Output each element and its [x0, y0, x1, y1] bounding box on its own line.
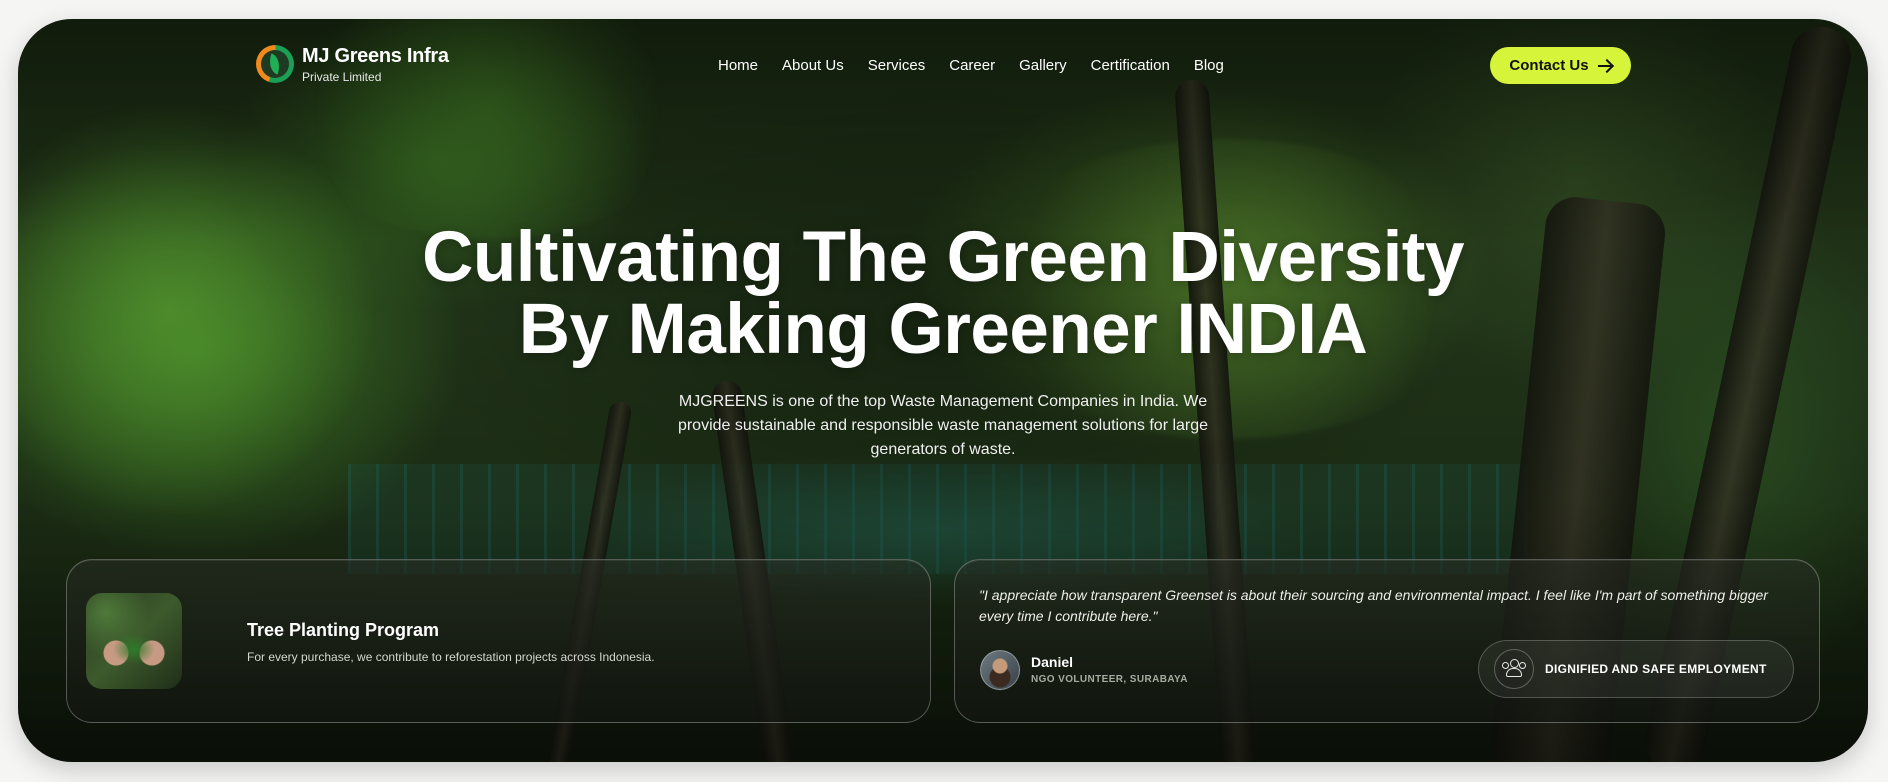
testimonial-name: Daniel — [1031, 654, 1074, 670]
avatar — [980, 650, 1020, 690]
hero-section: MJ Greens Infra Private Limited Home Abo… — [18, 19, 1868, 762]
employment-badge[interactable]: DIGNIFIED AND SAFE EMPLOYMENT — [1478, 640, 1794, 698]
nav-item-certification[interactable]: Certification — [1091, 57, 1170, 74]
hero-headline: Cultivating The Green Diversity By Makin… — [18, 222, 1868, 366]
contact-us-label: Contact Us — [1509, 57, 1589, 74]
brand-name: MJ Greens Infra — [302, 44, 449, 67]
hero-description: MJGREENS is one of the top Waste Managem… — [677, 393, 1209, 458]
program-title: Tree Planting Program — [247, 620, 440, 640]
leaf-logo-icon — [256, 45, 294, 83]
nav-item-gallery[interactable]: Gallery — [1019, 57, 1067, 74]
contact-us-button[interactable]: Contact Us — [1490, 47, 1631, 84]
brand-logo[interactable]: MJ Greens Infra Private Limited — [256, 45, 449, 83]
nav-item-services[interactable]: Services — [868, 57, 926, 74]
main-nav: Home About Us Services Career Gallery Ce… — [718, 57, 1224, 74]
program-description: For every purchase, we contribute to ref… — [247, 650, 655, 664]
testimonial-role: NGO VOLUNTEER, SURABAYA — [1031, 674, 1188, 685]
tree-planting-card[interactable]: Tree Planting Program For every purchase… — [66, 559, 931, 723]
badge-label: DIGNIFIED AND SAFE EMPLOYMENT — [1545, 662, 1767, 676]
people-group-icon — [1494, 649, 1534, 689]
seedling-hands-image — [86, 593, 182, 689]
brand-subtitle: Private Limited — [302, 69, 382, 84]
testimonial-card: "I appreciate how transparent Greenset i… — [954, 559, 1820, 723]
nav-item-career[interactable]: Career — [949, 57, 995, 74]
testimonial-quote: "I appreciate how transparent Greenset i… — [979, 587, 1768, 624]
brand-text: MJ Greens Infra Private Limited — [302, 46, 449, 83]
nav-item-blog[interactable]: Blog — [1194, 57, 1224, 74]
arrow-right-icon — [1597, 59, 1612, 73]
nav-item-about-us[interactable]: About Us — [782, 57, 844, 74]
hero-headline-line-1: Cultivating The Green Diversity — [422, 218, 1464, 297]
nav-item-home[interactable]: Home — [718, 57, 758, 74]
hero-headline-line-2: By Making Greener INDIA — [518, 290, 1368, 369]
